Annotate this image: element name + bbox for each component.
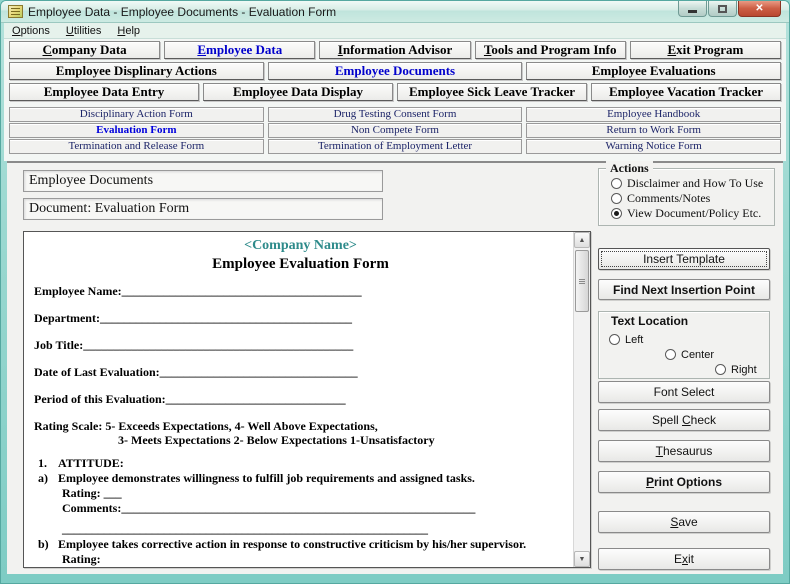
category-field: Employee Documents [23, 170, 383, 192]
menu-item-options[interactable]: Options [12, 25, 50, 37]
doc-section-heading: ATTITUDE: [58, 456, 124, 471]
spell-check-button[interactable]: Spell Check [598, 409, 770, 431]
doc-comments-continuation: ________________________________________… [34, 522, 567, 537]
form-button-employee-handbook[interactable]: Employee Handbook [526, 107, 781, 122]
doc-form-title: Employee Evaluation Form [34, 255, 567, 274]
close-icon: ✕ [755, 4, 763, 14]
scroll-down-button[interactable]: ▼ [574, 551, 590, 567]
doc-item-b-number: b) [34, 537, 58, 552]
maximize-icon [718, 5, 727, 13]
doc-rating-scale-1: Rating Scale: 5- Exceeds Expectations, 4… [34, 419, 567, 433]
form-button-evaluation-form[interactable]: Evaluation Form [9, 123, 264, 138]
radio-button-icon [611, 208, 622, 219]
text-location-title: Text Location [607, 314, 692, 328]
nav-row-main: Company Data Employee Data Information A… [9, 41, 781, 59]
minimize-button[interactable] [678, 1, 707, 17]
radio-disclaimer-and-how-to-use[interactable]: Disclaimer and How To Use [611, 176, 774, 191]
doc-line-employee-name: Employee Name:__________________________… [34, 284, 567, 298]
doc-line-period: Period of this Evaluation:______________… [34, 392, 567, 406]
window-controls: ✕ [678, 1, 781, 17]
save-button[interactable]: Save [598, 511, 770, 533]
doc-item-a-number: a) [34, 471, 58, 486]
scroll-up-button[interactable]: ▲ [574, 232, 590, 248]
form-button-non-compete[interactable]: Non Compete Form [268, 123, 523, 138]
doc-rating-scale-2: 3- Meets Expectations 2- Below Expectati… [34, 433, 567, 448]
text-location-groupbox: Text Location Left Center Right [598, 311, 770, 379]
doc-item-a-comments: Comments:_______________________________… [34, 501, 567, 516]
nav-row-employee: Employee Displinary Actions Employee Doc… [9, 62, 781, 80]
doc-item-b-text: Employee takes corrective action in resp… [58, 537, 526, 552]
tab-employee-evaluations[interactable]: Employee Evaluations [526, 62, 781, 80]
close-button[interactable]: ✕ [738, 1, 781, 17]
doc-item-b: b) Employee takes corrective action in r… [34, 537, 567, 552]
app-icon [8, 5, 23, 18]
app-window: Employee Data - Employee Documents - Eva… [0, 0, 790, 584]
doc-company-name: <Company Name> [34, 237, 567, 255]
radio-button-icon [609, 334, 620, 345]
tab-information-advisor[interactable]: Information Advisor [319, 41, 470, 59]
arrow-down-icon: ▼ [579, 556, 586, 563]
thesaurus-button[interactable]: Thesaurus [598, 440, 770, 462]
radio-button-icon [715, 364, 726, 375]
radio-text-center[interactable]: Center [665, 347, 714, 362]
tab-employee-documents[interactable]: Employee Documents [268, 62, 523, 80]
doc-section-number: 1. [34, 456, 58, 471]
nav-row-trackers: Employee Data Entry Employee Data Displa… [9, 83, 781, 101]
document-form-grid: Disciplinary Action Form Drug Testing Co… [9, 107, 781, 154]
document-scrollbar[interactable]: ▲ ▼ [573, 232, 590, 567]
document-viewer[interactable]: <Company Name> Employee Evaluation Form … [23, 231, 591, 568]
main-panel: Employee Documents Document: Evaluation … [7, 161, 783, 574]
exit-button[interactable]: Exit [598, 548, 770, 570]
tab-employee-data[interactable]: Employee Data [164, 41, 315, 59]
tab-employee-sick-leave-tracker[interactable]: Employee Sick Leave Tracker [397, 83, 587, 101]
form-button-warning-notice[interactable]: Warning Notice Form [526, 139, 781, 154]
minimize-icon [688, 10, 697, 13]
actions-groupbox-title: Actions [606, 161, 653, 176]
find-next-insertion-point-button[interactable]: Find Next Insertion Point [598, 279, 770, 300]
arrow-up-icon: ▲ [579, 237, 586, 244]
tab-exit-program[interactable]: Exit Program [630, 41, 781, 59]
tab-employee-data-entry[interactable]: Employee Data Entry [9, 83, 199, 101]
form-button-termination-and-release[interactable]: Termination and Release Form [9, 139, 264, 154]
radio-text-right[interactable]: Right [715, 362, 757, 377]
doc-line-department: Department:_____________________________… [34, 311, 567, 325]
print-options-button[interactable]: Print Options [598, 471, 770, 493]
menu-bar: Options Utilities Help [4, 23, 786, 39]
insert-template-button[interactable]: Insert Template [598, 248, 770, 270]
form-button-disciplinary-action[interactable]: Disciplinary Action Form [9, 107, 264, 122]
radio-view-document-policy[interactable]: View Document/Policy Etc. [611, 206, 774, 221]
doc-item-a-rating: Rating: ___ [34, 486, 567, 501]
tab-employee-data-display[interactable]: Employee Data Display [203, 83, 393, 101]
tab-tools-and-program-info[interactable]: Tools and Program Info [475, 41, 626, 59]
scrollbar-thumb[interactable] [575, 250, 589, 312]
menu-item-utilities[interactable]: Utilities [66, 25, 101, 37]
doc-line-last-evaluation: Date of Last Evaluation:________________… [34, 365, 567, 379]
doc-line-job-title: Job Title:______________________________… [34, 338, 567, 352]
document-content: <Company Name> Employee Evaluation Form … [24, 232, 573, 567]
form-button-drug-testing-consent[interactable]: Drug Testing Consent Form [268, 107, 523, 122]
doc-section-attitude: 1. ATTITUDE: [34, 456, 567, 471]
menu-item-help[interactable]: Help [117, 25, 140, 37]
radio-button-icon [665, 349, 676, 360]
form-button-return-to-work[interactable]: Return to Work Form [526, 123, 781, 138]
radio-button-icon [611, 193, 622, 204]
tab-employee-vacation-tracker[interactable]: Employee Vacation Tracker [591, 83, 781, 101]
radio-comments-notes[interactable]: Comments/Notes [611, 191, 774, 206]
navigation-area: Company Data Employee Data Information A… [4, 39, 786, 161]
document-name-field: Document: Evaluation Form [23, 198, 383, 220]
font-select-button[interactable]: Font Select [598, 381, 770, 403]
doc-item-a: a) Employee demonstrates willingness to … [34, 471, 567, 486]
actions-groupbox: Actions Disclaimer and How To Use Commen… [598, 168, 775, 226]
maximize-button[interactable] [708, 1, 737, 17]
form-button-termination-of-employment-letter[interactable]: Termination of Employment Letter [268, 139, 523, 154]
doc-item-b-rating: Rating: [34, 552, 567, 567]
titlebar[interactable]: Employee Data - Employee Documents - Eva… [1, 1, 789, 23]
tab-employee-displinary-actions[interactable]: Employee Displinary Actions [9, 62, 264, 80]
window-title: Employee Data - Employee Documents - Eva… [28, 5, 336, 19]
radio-button-icon [611, 178, 622, 189]
radio-text-left[interactable]: Left [609, 332, 643, 347]
tab-company-data[interactable]: Company Data [9, 41, 160, 59]
doc-item-a-text: Employee demonstrates willingness to ful… [58, 471, 475, 486]
